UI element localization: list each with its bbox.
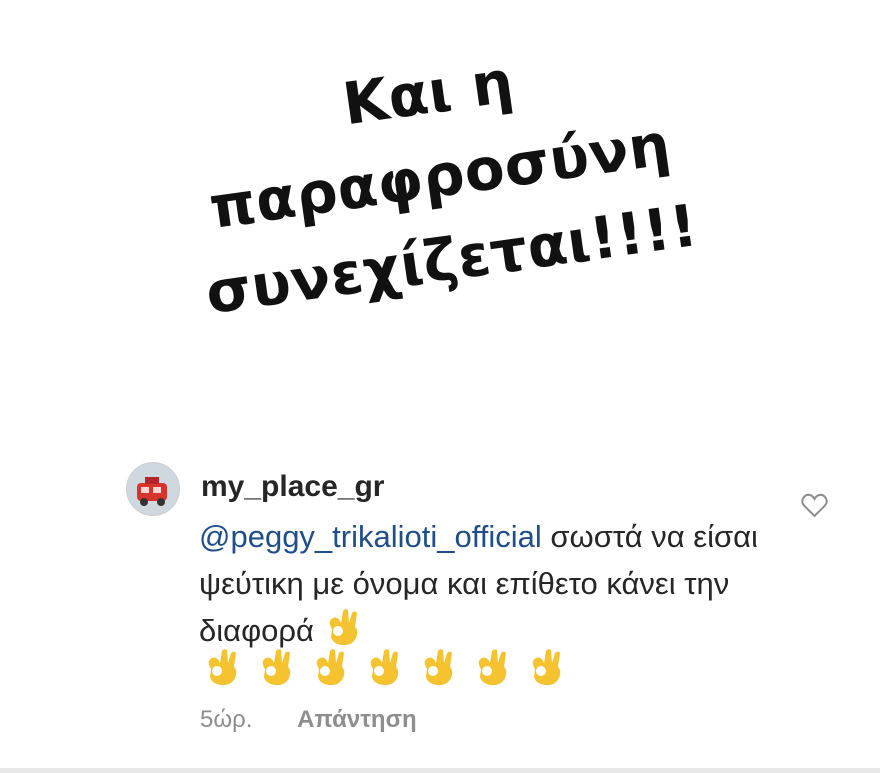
comment-timestamp: 5ώρ. [200, 706, 253, 733]
ok-hand-emoji-icon [370, 649, 399, 686]
comment-username[interactable]: my_place_gr [201, 470, 384, 504]
ok-hand-emoji-icon [478, 649, 507, 686]
ok-hand-emoji-icon [316, 649, 345, 686]
ok-hand-emoji-icon [208, 649, 237, 686]
avatar[interactable] [126, 462, 180, 516]
ok-hand-emoji-icon [532, 649, 561, 686]
emoji-row [202, 647, 564, 687]
ok-hand-emoji-icon [329, 609, 357, 646]
divider [0, 768, 880, 773]
comment: my_place_gr @peggy_trikalioti_official σ… [0, 0, 880, 773]
ok-hand-emoji-icon [424, 649, 453, 686]
ok-hand-emoji-icon [262, 649, 291, 686]
comment-meta: 5ώρ. Απάντηση [200, 706, 417, 734]
reply-button[interactable]: Απάντηση [297, 706, 417, 733]
comment-text: @peggy_trikalioti_official σωστά να είσα… [199, 513, 759, 654]
comment-mention-link[interactable]: @peggy_trikalioti_official [199, 519, 542, 554]
heart-outline-icon[interactable] [801, 493, 828, 518]
avatar-photo-icon [127, 463, 179, 515]
